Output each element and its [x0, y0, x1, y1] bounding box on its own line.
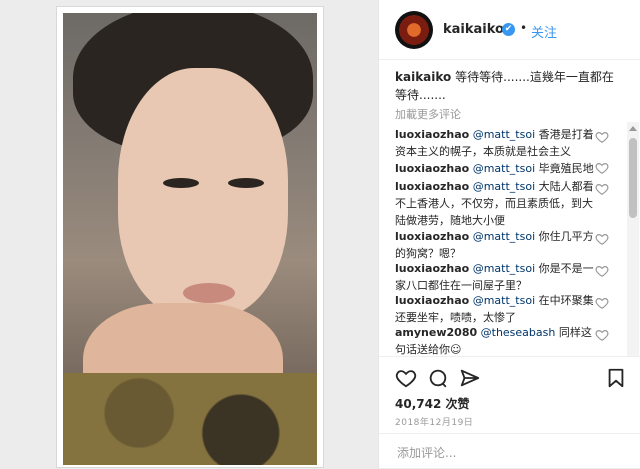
comment-item: luoxiaozhao @matt_tsoi 大陆人都看不上香港人，不仅穷，而且… — [395, 178, 599, 229]
post-actions: 40,742 次赞 2018年12月19日 — [379, 356, 640, 468]
caption-username[interactable]: kaikaiko — [395, 70, 451, 84]
comment-username[interactable]: luoxiaozhao — [395, 128, 469, 141]
post-date: 2018年12月19日 — [395, 418, 474, 428]
comment-username[interactable]: luoxiaozhao — [395, 262, 469, 275]
post-photo[interactable] — [63, 13, 317, 465]
comment-like-heart-icon[interactable] — [595, 161, 609, 175]
comment-mention[interactable]: @theseabash — [481, 326, 556, 339]
comment-item: luoxiaozhao @matt_tsoi 在中环聚集还要坐牢，啧啧，太惨了 — [395, 292, 599, 326]
verified-badge-icon: ✔ — [502, 23, 515, 36]
photo-jacket — [63, 373, 317, 465]
comment-mention[interactable]: @matt_tsoi — [473, 294, 535, 307]
comment-mention[interactable]: @matt_tsoi — [473, 180, 535, 193]
scrollbar-thumb[interactable] — [629, 138, 637, 218]
comment-mention[interactable]: @matt_tsoi — [473, 128, 535, 141]
share-icon[interactable] — [459, 367, 481, 389]
follow-button[interactable]: 关注 — [531, 22, 557, 41]
add-comment-bar — [379, 433, 640, 469]
comment-like-heart-icon[interactable] — [595, 130, 609, 144]
comment-username[interactable]: luoxiaozhao — [395, 294, 469, 307]
comment-like-heart-icon[interactable] — [595, 232, 609, 246]
comment-like-heart-icon[interactable] — [595, 264, 609, 278]
post-panel: kaikaiko ✔ • 关注 kaikaiko 等待等待.......這幾年一… — [378, 0, 640, 468]
avatar[interactable] — [395, 11, 433, 49]
bookmark-icon[interactable] — [605, 367, 627, 389]
comment-like-heart-icon[interactable] — [595, 182, 609, 196]
photo-lips — [183, 283, 235, 303]
comment-like-heart-icon[interactable] — [595, 328, 609, 342]
comment-username[interactable]: luoxiaozhao — [395, 180, 469, 193]
comment-item: amynew2080 @theseabash 同样这句话送给你☺ — [395, 324, 599, 356]
likes-count[interactable]: 40,742 次赞 — [395, 395, 470, 412]
comments-list[interactable]: kaikaiko 等待等待.......這幾年一直都在等待....... 加載更… — [379, 60, 640, 356]
comment-username[interactable]: luoxiaozhao — [395, 230, 469, 243]
post-image-frame — [56, 6, 324, 468]
add-comment-input[interactable] — [395, 442, 619, 464]
photo-eye-right — [228, 178, 264, 188]
separator-dot: • — [520, 21, 528, 35]
comment-mention[interactable]: @matt_tsoi — [473, 162, 535, 175]
comment-mention[interactable]: @matt_tsoi — [473, 262, 535, 275]
load-more-comments-link[interactable]: 加載更多评论 — [395, 106, 461, 122]
comment-like-heart-icon[interactable] — [595, 296, 609, 310]
photo-face — [118, 68, 288, 318]
comment-item: luoxiaozhao @matt_tsoi 毕竟殖民地 — [395, 160, 599, 177]
comment-username[interactable]: luoxiaozhao — [395, 162, 469, 175]
post-header: kaikaiko ✔ • 关注 — [379, 0, 640, 60]
comment-item: luoxiaozhao @matt_tsoi 你是不是一家八口都住在一间屋子里？ — [395, 260, 599, 294]
post-username[interactable]: kaikaiko — [443, 22, 504, 37]
heart-icon[interactable] — [395, 367, 417, 389]
scroll-up-arrow-icon[interactable] — [629, 126, 637, 131]
post-caption: kaikaiko 等待等待.......這幾年一直都在等待....... — [395, 68, 621, 104]
photo-eye-left — [163, 178, 199, 188]
comment-text: 毕竟殖民地 — [538, 162, 594, 175]
comment-icon[interactable] — [427, 367, 449, 389]
comment-mention[interactable]: @matt_tsoi — [473, 230, 535, 243]
comments-scrollbar[interactable] — [627, 122, 639, 356]
comment-item: luoxiaozhao @matt_tsoi 香港是打着资本主义的幌子，本质就是… — [395, 126, 599, 160]
comment-item: luoxiaozhao @matt_tsoi 你住几平方的狗窝？嗯？ — [395, 228, 599, 262]
comment-username[interactable]: amynew2080 — [395, 326, 477, 339]
